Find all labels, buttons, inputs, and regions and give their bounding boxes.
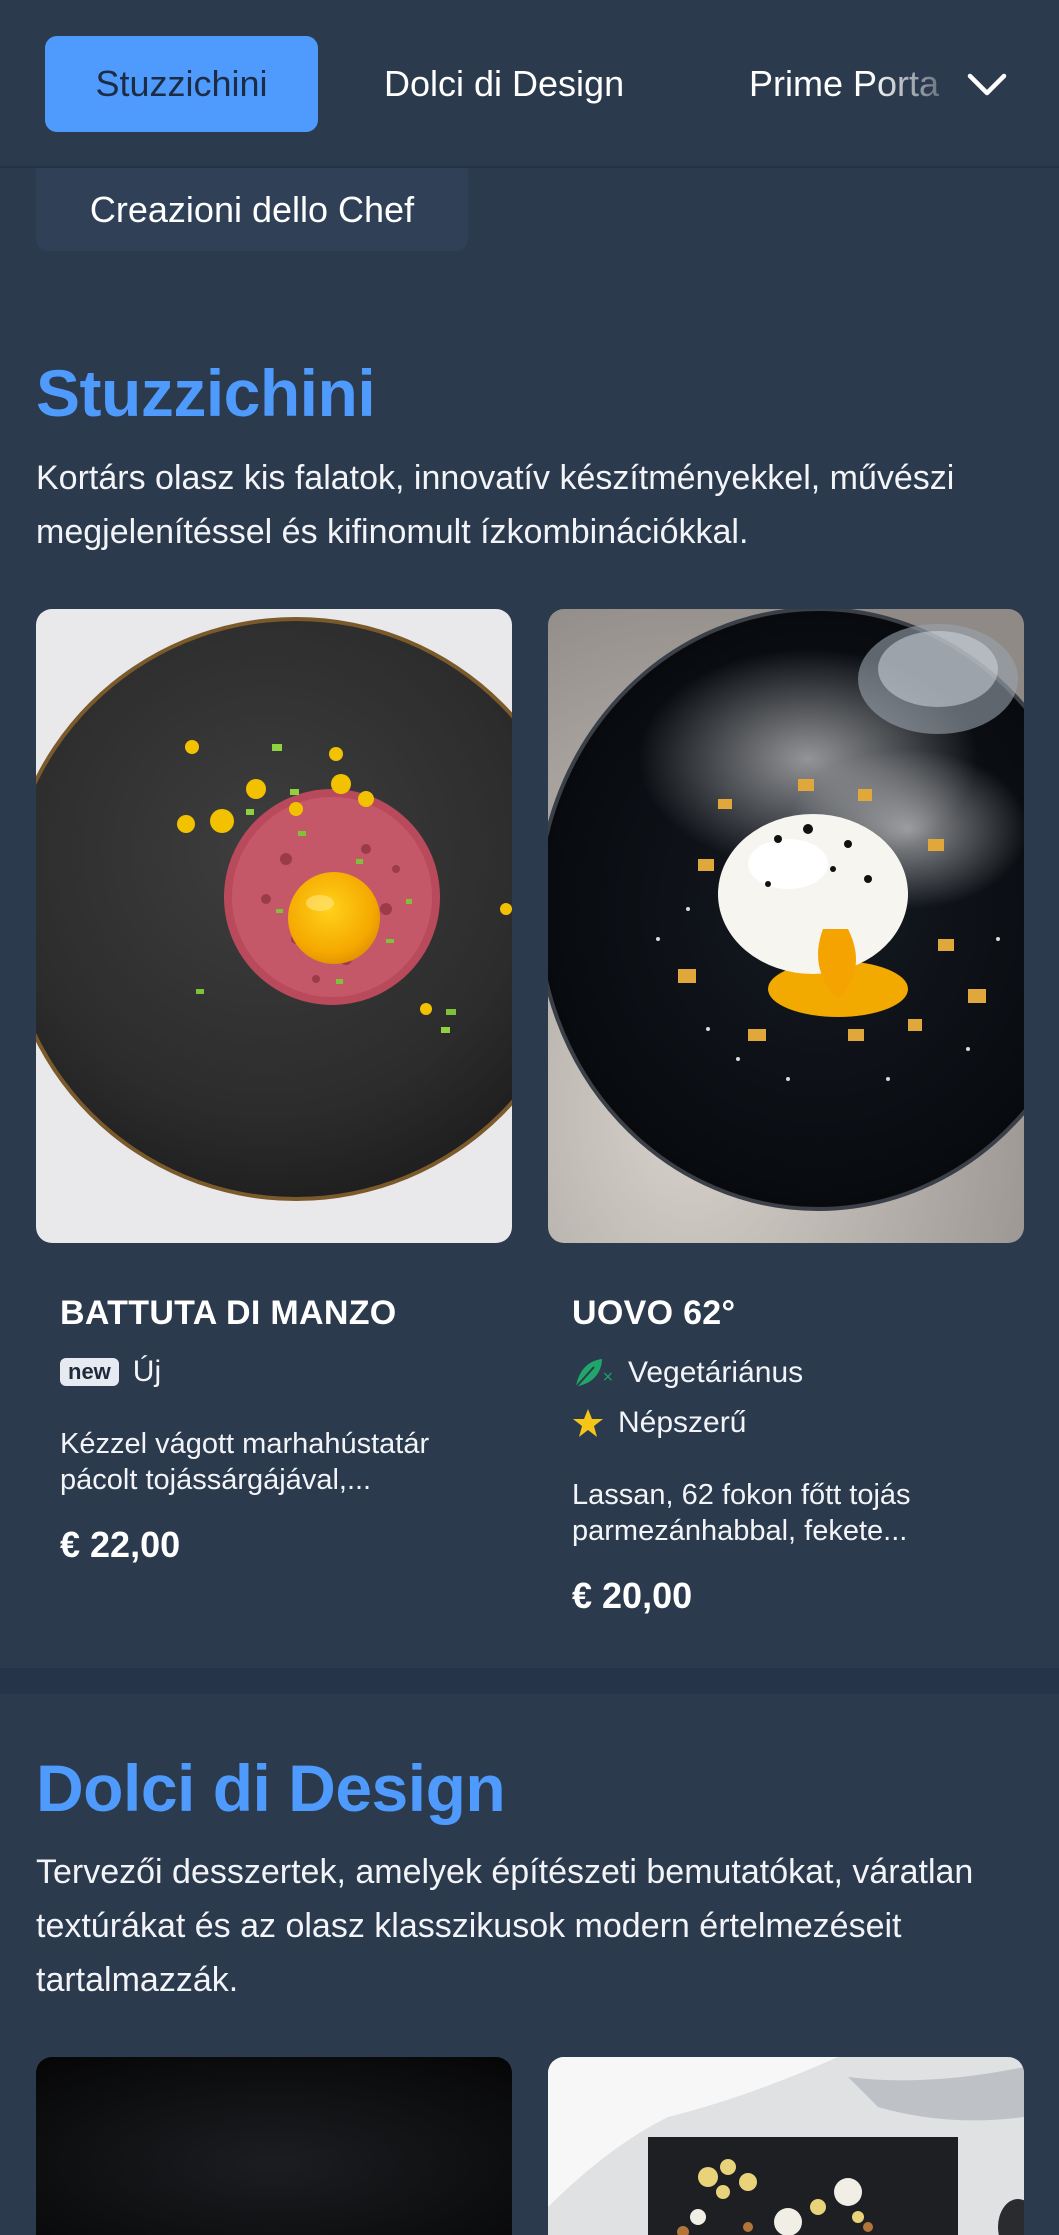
chevron-down-icon[interactable]	[962, 60, 1012, 110]
category-nav: Stuzzichini Dolci di Design Prime Portat…	[0, 0, 1059, 168]
star-icon	[573, 1409, 603, 1437]
dish-name-uovo: UOVO 62°	[572, 1294, 736, 1332]
dish-name-battuta: BATTUTA DI MANZO	[60, 1294, 397, 1332]
tag-new: Új	[132, 1355, 162, 1388]
dish-description-battuta: Kézzel vágott marhahústatár pácolt tojás…	[60, 1428, 430, 1496]
dish-tag-vegetarian: × Vegetáriánus	[572, 1355, 803, 1391]
tag-vegetarian-label: Vegetáriánus	[628, 1356, 804, 1389]
dish-description-uovo: Lassan, 62 fokon főtt tojás parmezánhabb…	[572, 1479, 911, 1547]
tab-creazioni-dello-chef[interactable]: Creazioni dello Chef	[36, 168, 468, 251]
tag-popular-label: Népszerű	[618, 1406, 747, 1439]
dish-tags-battuta: new Új	[60, 1355, 161, 1389]
dessert-photo-2	[548, 2057, 1024, 2235]
new-badge-icon: new	[60, 1358, 119, 1386]
dessert-photo-1	[36, 2057, 512, 2235]
dish-price-uovo: € 20,00	[572, 1575, 693, 1616]
battuta-photo	[36, 609, 512, 1243]
vegetarian-leaf-icon: ×	[575, 1359, 614, 1388]
dessert-image-2[interactable]	[548, 2057, 1024, 2235]
svg-text:×: ×	[602, 1369, 614, 1385]
section-title-dolci: Dolci di Design	[36, 1751, 506, 1825]
section-description-dolci: Tervezői desszertek, amelyek építészeti …	[36, 1853, 974, 1999]
uovo-photo	[548, 609, 1024, 1243]
tab-prime-portate[interactable]: Prime Portate	[749, 36, 939, 132]
dish-image-uovo[interactable]	[548, 609, 1024, 1243]
section-divider	[0, 1668, 1059, 1694]
tab-dolci-di-design[interactable]: Dolci di Design	[384, 36, 624, 132]
dessert-image-1[interactable]	[36, 2057, 512, 2235]
dish-price-battuta: € 22,00	[60, 1524, 181, 1565]
section-description-stuzzichini: Kortárs olasz kis falatok, innovatív kés…	[36, 459, 955, 551]
tab-stuzzichini[interactable]: Stuzzichini	[45, 36, 318, 132]
menu-page: Stuzzichini Dolci di Design Prime Portat…	[0, 0, 1059, 2235]
dish-tag-popular: Népszerű	[572, 1406, 746, 1440]
section-title-stuzzichini: Stuzzichini	[36, 356, 376, 430]
dish-image-battuta[interactable]	[36, 609, 512, 1243]
tab-prime-portate-label: Prime Portate	[749, 63, 939, 104]
